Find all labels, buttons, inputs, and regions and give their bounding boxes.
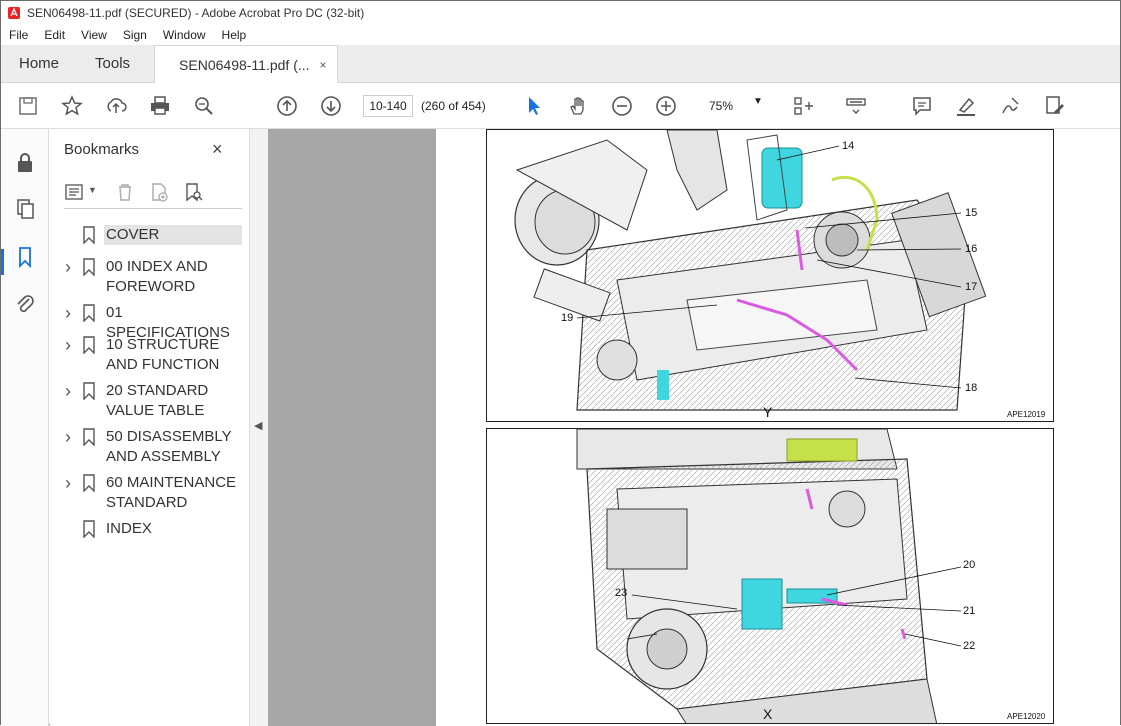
bookmark-item[interactable]: COVER [50, 225, 250, 245]
highlight-icon[interactable] [953, 93, 979, 119]
menu-file[interactable]: File [1, 28, 36, 42]
select-cursor-icon[interactable] [521, 93, 547, 119]
bookmark-icon [83, 226, 95, 244]
bookmark-label: 20 STANDARD VALUE TABLE [106, 382, 209, 419]
bookmark-item[interactable]: INDEX [50, 519, 250, 539]
tab-tools[interactable]: Tools [77, 45, 148, 82]
leader-lines-x [631, 566, 962, 647]
bookmark-icon [83, 304, 95, 322]
bookmarks-title: Bookmarks [64, 141, 140, 158]
expand-chevron-icon[interactable]: › [60, 257, 76, 277]
bookmarks-panel-icon[interactable] [13, 245, 37, 269]
new-bookmark-icon[interactable] [148, 181, 170, 203]
bookmark-star-icon[interactable] [59, 93, 85, 119]
document-gutter [268, 129, 436, 726]
bookmark-label: COVER [104, 225, 242, 245]
bookmarks-toolbar: ▼ [64, 179, 242, 209]
find-current-bookmark-icon[interactable] [182, 181, 204, 203]
bookmark-icon [83, 258, 95, 276]
close-panel-icon[interactable]: × [212, 139, 223, 160]
expand-chevron-icon[interactable]: › [60, 427, 76, 447]
save-icon[interactable] [15, 93, 41, 119]
expand-chevron-icon[interactable]: › [60, 381, 76, 401]
expand-chevron-icon[interactable]: › [60, 303, 76, 323]
close-tab-icon[interactable]: × [320, 58, 327, 72]
tab-bar: Home Tools SEN06498-11.pdf (... × [1, 45, 1120, 84]
options-dropdown-icon[interactable]: ▼ [88, 185, 97, 195]
bookmark-item[interactable]: › 60 MAINTENANCE STANDARD [50, 473, 250, 513]
page-layout-icon[interactable] [791, 93, 817, 119]
upload-icon[interactable] [103, 93, 129, 119]
tab-document[interactable]: SEN06498-11.pdf (... × [154, 45, 338, 84]
sign-icon[interactable] [997, 93, 1023, 119]
callout-23: 23 [615, 587, 628, 599]
callout-21: 21 [963, 605, 976, 617]
menu-edit[interactable]: Edit [36, 28, 73, 42]
bookmark-item[interactable]: › 20 STANDARD VALUE TABLE [50, 381, 250, 421]
expand-chevron-icon[interactable]: › [60, 335, 76, 355]
fill-sign-icon[interactable] [1041, 93, 1067, 119]
find-icon[interactable] [191, 93, 217, 119]
navigation-rail [1, 129, 49, 726]
bookmark-label: INDEX [106, 520, 152, 537]
next-page-icon[interactable] [318, 93, 344, 119]
bookmark-options-icon[interactable] [64, 181, 86, 203]
page-thumbnails-icon[interactable] [13, 197, 37, 221]
bookmark-label: 10 STRUCTURE AND FUNCTION [106, 336, 220, 373]
delete-bookmark-icon[interactable] [114, 181, 136, 203]
scroll-mode-icon[interactable] [843, 93, 869, 119]
page-count: (260 of 454) [421, 99, 486, 113]
bookmark-icon [83, 428, 95, 446]
bookmark-label: 50 DISASSEMBLY AND ASSEMBLY [106, 428, 232, 465]
bookmark-icon [83, 382, 95, 400]
bookmark-item[interactable]: › 00 INDEX AND FOREWORD [50, 257, 250, 297]
menu-help[interactable]: Help [214, 28, 255, 42]
pdf-page: 14 15 16 17 18 19 Y APE12019 20 21 22 23… [436, 129, 1120, 726]
acrobat-logo-icon [8, 7, 20, 19]
title-bar: SEN06498-11.pdf (SECURED) - Adobe Acroba… [1, 1, 1120, 25]
menu-view[interactable]: View [73, 28, 115, 42]
leader-lines-y [576, 145, 962, 389]
prev-page-icon[interactable] [274, 93, 300, 119]
page-number-input[interactable]: 10-140 [363, 95, 413, 117]
view-label-x: X [763, 706, 773, 722]
collapse-panel-handle[interactable]: ◀ [250, 129, 268, 726]
attachments-icon[interactable] [13, 291, 37, 315]
collapse-left-icon[interactable]: ◀ [254, 419, 262, 432]
zoom-out-icon[interactable] [609, 93, 635, 119]
callout-20: 20 [963, 559, 976, 571]
menu-bar: File Edit View Sign Window Help [1, 25, 1120, 45]
expand-chevron-icon[interactable]: › [60, 473, 76, 493]
toolbar: 10-140 (260 of 454) 75% ▼ [1, 83, 1120, 129]
document-tab-label: SEN06498-11.pdf (... [179, 57, 310, 73]
bookmark-icon [83, 336, 95, 354]
zoom-dropdown-icon[interactable]: ▼ [753, 96, 763, 107]
lock-icon[interactable] [13, 151, 37, 175]
menu-window[interactable]: Window [155, 28, 214, 42]
bookmark-icon [83, 474, 95, 492]
figure-view-y: 14 15 16 17 18 19 Y APE12019 [486, 129, 1054, 422]
zoom-level[interactable]: 75% [709, 99, 733, 113]
figure-view-x: 20 21 22 23 X APE12020 [486, 428, 1054, 724]
menu-sign[interactable]: Sign [115, 28, 155, 42]
figure-code-y: APE12019 [1007, 410, 1046, 419]
window-title: SEN06498-11.pdf (SECURED) - Adobe Acroba… [27, 6, 365, 20]
figure-code-x: APE12020 [1007, 712, 1046, 721]
bookmarks-panel: Bookmarks × ▼ COVER › 00 INDEX AND FOREWOR… [50, 129, 250, 726]
tab-home[interactable]: Home [1, 45, 77, 82]
hand-icon[interactable] [565, 93, 591, 119]
print-icon[interactable] [147, 93, 173, 119]
bookmark-label: 00 INDEX AND FOREWORD [106, 258, 208, 295]
bookmark-label: 60 MAINTENANCE STANDARD [106, 474, 237, 511]
bookmark-item[interactable]: › 50 DISASSEMBLY AND ASSEMBLY [50, 427, 250, 467]
zoom-in-icon[interactable] [653, 93, 679, 119]
bookmark-item[interactable]: › 10 STRUCTURE AND FUNCTION [50, 335, 250, 375]
comment-icon[interactable] [909, 93, 935, 119]
active-panel-indicator [1, 249, 4, 275]
acrobat-window: SEN06498-11.pdf (SECURED) - Adobe Acroba… [0, 0, 1121, 726]
bookmark-icon [83, 520, 95, 538]
callout-22: 22 [963, 640, 976, 652]
view-label-y: Y [763, 404, 773, 420]
